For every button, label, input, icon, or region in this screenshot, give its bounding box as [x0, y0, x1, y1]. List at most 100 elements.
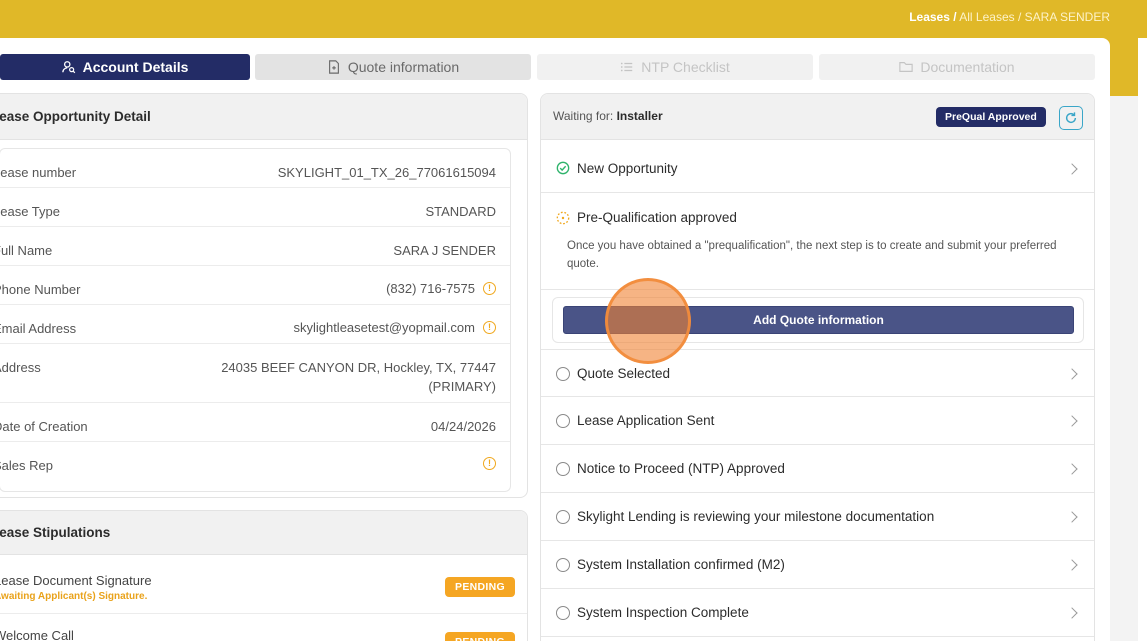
step-label: New Opportunity [577, 161, 678, 176]
step-installation-confirmed[interactable]: System Installation confirmed (M2) [541, 541, 1094, 589]
address-line: (PRIMARY) [428, 379, 496, 394]
step-inspection-complete[interactable]: System Inspection Complete [541, 589, 1094, 637]
email-value: skylightleasetest@yopmail.com [293, 320, 475, 335]
detail-value-group: (832) 716-7575 ! [386, 281, 496, 296]
tab-label: NTP Checklist [641, 59, 730, 75]
detail-row-lease-number: Lease number SKYLIGHT_01_TX_26_770616150… [0, 149, 510, 188]
chevron-right-icon [1066, 163, 1078, 175]
detail-row-full-name: Full Name SARA J SENDER [0, 227, 510, 266]
breadcrumb: Leases / All Leases / SARA SENDER [909, 10, 1110, 24]
list-icon [621, 62, 633, 72]
detail-label: Sales Rep [0, 458, 53, 473]
detail-value-group: ! [475, 457, 496, 470]
scrollbar[interactable] [1138, 38, 1147, 641]
address-line: 24035 BEEF CANYON DR, Hockley, TX, 77447 [221, 360, 496, 375]
detail-label: Phone Number [0, 282, 81, 297]
waiting-for: Waiting for: Installer [553, 109, 663, 123]
prequal-badge: PreQual Approved [936, 107, 1046, 127]
step-description: Once you have obtained a "prequalificati… [567, 240, 1057, 270]
chevron-right-icon [1066, 559, 1078, 571]
step-label: Notice to Proceed (NTP) Approved [577, 461, 785, 476]
empty-circle-icon [556, 367, 570, 381]
step-label: Quote Selected [577, 366, 671, 381]
step-label: Pre-Qualification approved [577, 210, 737, 225]
panel-header: Lease Stipulations [0, 511, 527, 555]
refresh-icon [1065, 112, 1077, 124]
empty-circle-icon [556, 558, 570, 572]
warning-icon[interactable]: ! [483, 282, 496, 295]
step-label: Skylight Lending is reviewing your miles… [577, 509, 935, 524]
detail-row-email: Email Address skylightleasetest@yopmail.… [0, 305, 510, 344]
detail-row-lease-type: Lease Type STANDARD [0, 188, 510, 227]
tab-bar: Account Details Quote information NTP Ch… [0, 52, 1097, 84]
click-indicator [605, 278, 691, 364]
waiting-label: Waiting for: [553, 109, 614, 123]
detail-value: SARA J SENDER [393, 243, 496, 258]
document-icon [328, 60, 339, 74]
tab-account-details[interactable]: Account Details [0, 54, 250, 80]
lease-stipulations-panel: Lease Stipulations Lease Document Signat… [0, 510, 528, 641]
chevron-right-icon [1066, 511, 1078, 523]
tab-quote-information[interactable]: Quote information [255, 54, 531, 80]
stipulation-subtitle: Awaiting Applicant(s) Signature. [0, 591, 148, 602]
lease-detail-panel: Lease Opportunity Detail Lease number SK… [0, 93, 528, 498]
step-label: System Installation confirmed (M2) [577, 557, 785, 572]
detail-value: SKYLIGHT_01_TX_26_77061615094 [277, 165, 496, 180]
detail-value: 04/24/2026 [430, 419, 496, 434]
refresh-button[interactable] [1059, 106, 1083, 130]
detail-label: Lease number [0, 165, 77, 180]
chevron-right-icon [1066, 415, 1078, 427]
warning-icon[interactable]: ! [483, 321, 496, 334]
stipulation-title: Lease Document Signature [0, 573, 152, 588]
stipulation-row: Lease Document Signature Awaiting Applic… [0, 556, 527, 614]
tab-documentation[interactable]: Documentation [819, 54, 1095, 80]
detail-label: Address [0, 360, 41, 375]
breadcrumb-root[interactable]: Leases / [909, 10, 956, 24]
detail-label: Lease Type [0, 204, 60, 219]
step-new-opportunity[interactable]: New Opportunity [541, 141, 1094, 193]
detail-label: Date of Creation [0, 419, 88, 434]
waiting-value: Installer [616, 109, 663, 123]
detail-label: Email Address [0, 321, 77, 336]
phone-value: (832) 716-7575 [386, 281, 475, 296]
empty-circle-icon [556, 414, 570, 428]
panel-title: Lease Stipulations [0, 525, 111, 540]
pending-dotted-circle-icon [556, 211, 570, 225]
stipulation-title: Welcome Call [0, 628, 74, 641]
check-circle-icon [556, 161, 570, 175]
detail-row-address: Address 24035 BEEF CANYON DR, Hockley, T… [0, 344, 510, 403]
status-badge: PENDING [445, 632, 515, 641]
breadcrumb-parent[interactable]: All Leases / [959, 10, 1021, 24]
chevron-right-icon [1066, 463, 1078, 475]
detail-row-date: Date of Creation 04/24/2026 [0, 403, 510, 442]
empty-circle-icon [556, 510, 570, 524]
tab-label: Quote information [347, 59, 460, 75]
detail-label: Full Name [0, 243, 53, 258]
step-milestone-review[interactable]: Skylight Lending is reviewing your miles… [541, 493, 1094, 541]
empty-circle-icon [556, 606, 570, 620]
panel-title: Lease Opportunity Detail [0, 109, 151, 124]
status-panel: Waiting for: Installer PreQual Approved … [540, 93, 1095, 641]
panel-header: Lease Opportunity Detail [0, 94, 527, 140]
folder-icon [899, 62, 914, 72]
detail-value-group: skylightleasetest@yopmail.com ! [293, 320, 496, 335]
chevron-right-icon [1066, 368, 1078, 380]
tab-ntp-checklist[interactable]: NTP Checklist [537, 54, 813, 80]
chevron-right-icon [1066, 607, 1078, 619]
user-search-icon [61, 61, 75, 74]
detail-list: Lease number SKYLIGHT_01_TX_26_770616150… [0, 148, 511, 492]
step-lease-application-sent[interactable]: Lease Application Sent [541, 397, 1094, 445]
breadcrumb-current: SARA SENDER [1024, 10, 1110, 24]
detail-value: STANDARD [425, 204, 496, 219]
tab-label: Documentation [920, 59, 1015, 75]
detail-row-phone: Phone Number (832) 716-7575 ! [0, 266, 510, 305]
address-value-group: 24035 BEEF CANYON DR, Hockley, TX, 77447… [221, 360, 496, 394]
step-ntp-approved[interactable]: Notice to Proceed (NTP) Approved [541, 445, 1094, 493]
warning-icon[interactable]: ! [483, 457, 496, 470]
stipulation-row: Welcome Call PENDING [0, 614, 527, 641]
status-header: Waiting for: Installer PreQual Approved [541, 94, 1094, 140]
step-label: System Inspection Complete [577, 605, 749, 620]
step-label: Lease Application Sent [577, 413, 715, 428]
tab-label: Account Details [82, 59, 189, 75]
empty-circle-icon [556, 462, 570, 476]
